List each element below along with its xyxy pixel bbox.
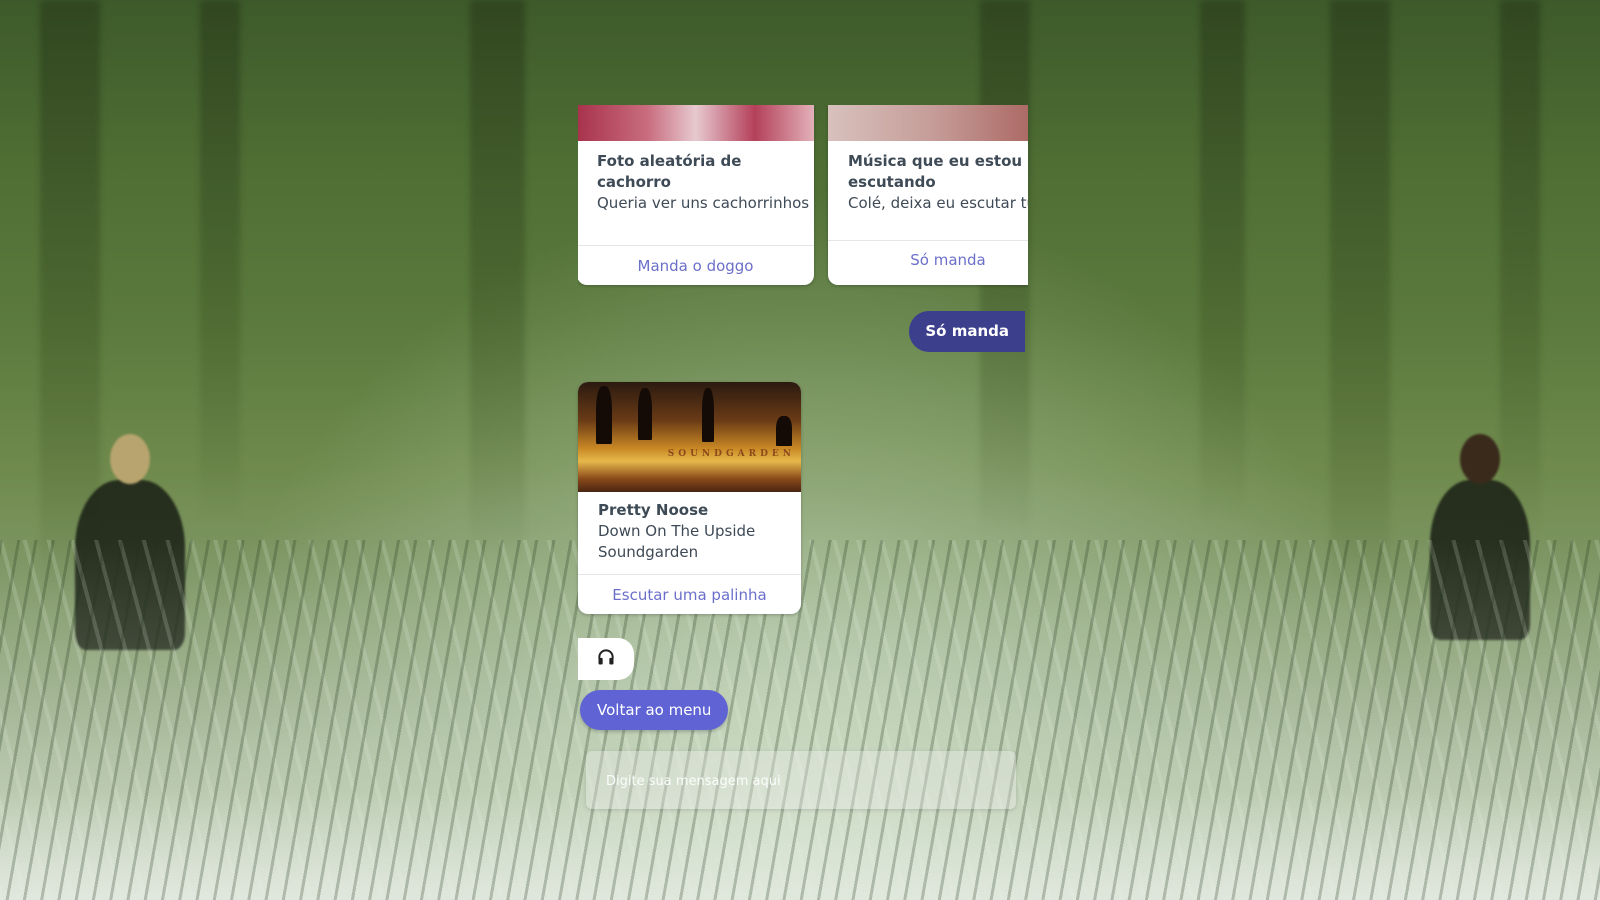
dog-photo <box>578 105 814 141</box>
card-carousel[interactable]: Foto aleatória de cachorro Queria ver un… <box>578 105 1028 290</box>
card-subtitle: Queria ver uns cachorrinhos <box>597 194 810 212</box>
chat-window: Foto aleatória de cachorro Queria ver un… <box>578 105 1028 825</box>
message-input[interactable] <box>604 751 1008 811</box>
card-subtitle: Colé, deixa eu escutar tu <box>848 194 1028 212</box>
song-title: Pretty Noose <box>598 501 709 519</box>
song-artist: Soundgarden <box>598 543 699 561</box>
user-message-bubble: Só manda <box>909 311 1025 352</box>
right-figure-head <box>1460 434 1500 484</box>
music-photo <box>828 105 1028 141</box>
tree-trunk <box>1200 0 1245 520</box>
headphones-icon <box>596 647 616 671</box>
album-band-logo: SOUNDGARDEN <box>667 449 795 459</box>
card-divider <box>578 574 801 575</box>
song-card: SOUNDGARDEN Pretty Noose Down On The Ups… <box>578 382 801 614</box>
headphones-message-bubble <box>578 638 634 680</box>
carousel-card-dog: Foto aleatória de cachorro Queria ver un… <box>578 105 814 285</box>
listen-preview-button[interactable]: Escutar uma palinha <box>578 586 801 604</box>
album-silhouette <box>596 386 612 444</box>
tree-trunk <box>470 0 525 560</box>
message-composer <box>586 751 1016 811</box>
left-figure-head <box>110 434 150 484</box>
card-divider <box>828 240 1028 241</box>
back-to-menu-button[interactable]: Voltar ao menu <box>580 690 729 730</box>
send-music-button[interactable]: Só manda <box>828 251 1028 269</box>
song-album: Down On The Upside <box>598 522 756 540</box>
send-dog-button[interactable]: Manda o doggo <box>578 257 814 275</box>
chat-screen: Foto aleatória de cachorro Queria ver un… <box>0 0 1600 900</box>
tree-trunk <box>1500 0 1540 540</box>
tree-trunk <box>200 0 240 520</box>
carousel-card-music: Música que eu estou escutando Colé, deix… <box>828 105 1028 285</box>
tree-trunk <box>1330 0 1390 600</box>
album-silhouette <box>702 388 714 442</box>
album-cover: SOUNDGARDEN <box>578 382 801 492</box>
album-silhouette <box>638 388 652 440</box>
album-silhouette <box>776 416 792 446</box>
card-title: Música que eu estou escutando <box>848 152 1023 191</box>
card-divider <box>578 245 814 246</box>
card-title: Foto aleatória de cachorro <box>597 152 742 191</box>
